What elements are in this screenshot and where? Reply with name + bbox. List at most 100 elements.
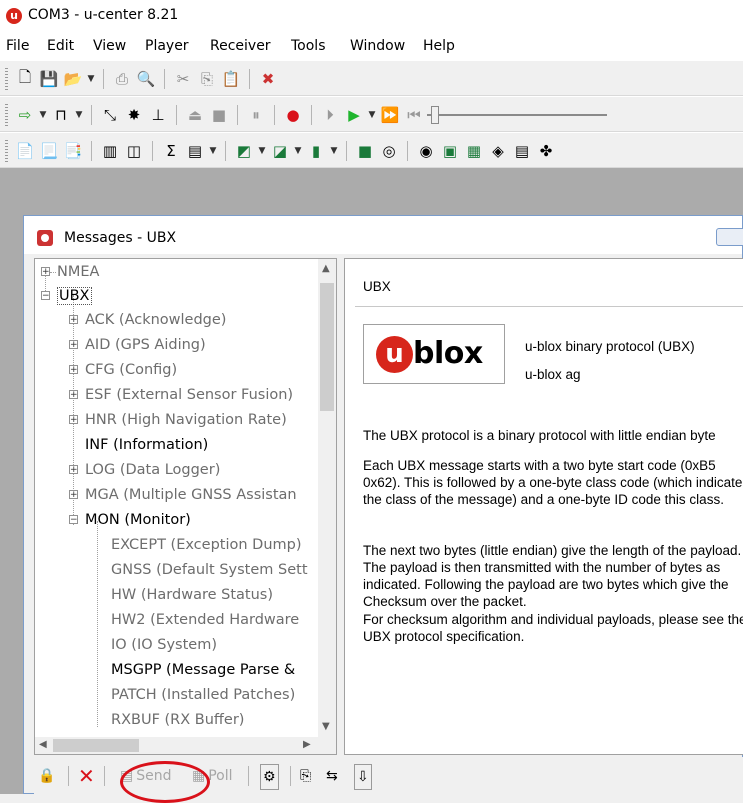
toolbar-grip[interactable] <box>5 104 8 126</box>
connection-icon[interactable]: ⇨ <box>14 104 36 126</box>
autobaud-icon[interactable]: ⤡ <box>99 104 121 126</box>
pause-icon[interactable]: ⏸ <box>245 104 267 126</box>
signal-icon[interactable]: ▦ <box>463 140 485 162</box>
copy-icon[interactable]: ⎘ <box>196 68 218 90</box>
tree-node-mon-gnss[interactable]: GNSS (Default System Sett <box>91 559 308 581</box>
tree-node-mon-except[interactable]: EXCEPT (Exception Dump) <box>91 534 302 556</box>
fast-forward-icon[interactable]: ⏩ <box>379 104 401 126</box>
expand-plus-icon[interactable]: + <box>69 315 78 325</box>
fan-icon[interactable]: ✤ <box>535 140 557 162</box>
stop-icon[interactable]: ■ <box>208 104 230 126</box>
cut-icon[interactable]: ✂ <box>172 68 194 90</box>
gauge-icon[interactable]: ◈ <box>487 140 509 162</box>
print-preview-icon[interactable]: 🔍 <box>135 68 157 90</box>
chart-icon[interactable]: ◩ <box>233 140 255 162</box>
chevron-down-icon[interactable]: ▼ <box>329 146 339 156</box>
playback-slider[interactable] <box>427 104 607 126</box>
tree-node-hnr[interactable]: + HNR (High Navigation Rate) <box>65 409 287 431</box>
sky-view-icon[interactable]: ◎ <box>378 140 400 162</box>
statistics-icon[interactable]: Σ <box>160 140 182 162</box>
save-icon[interactable]: 💾 <box>38 68 60 90</box>
menu-view[interactable]: View <box>93 38 126 54</box>
tree-node-mon-hw[interactable]: HW (Hardware Status) <box>91 584 273 606</box>
tree-node-cfg[interactable]: + CFG (Config) <box>65 359 177 381</box>
tree-node-inf[interactable]: INF (Information) <box>65 434 208 456</box>
expand-plus-icon[interactable]: + <box>69 365 78 375</box>
tree-node-mon-hw2[interactable]: HW2 (Extended Hardware <box>91 609 299 631</box>
play-icon[interactable]: ▶ <box>343 104 365 126</box>
expand-plus-icon[interactable]: + <box>69 340 78 350</box>
tree-node-mon-patch[interactable]: PATCH (Installed Patches) <box>91 684 295 706</box>
doc-view3-icon[interactable]: 📑 <box>62 140 84 162</box>
chevron-down-icon[interactable]: ▼ <box>367 110 377 120</box>
compass-icon[interactable]: ◉ <box>415 140 437 162</box>
tree-node-mon[interactable]: − MON (Monitor) <box>65 509 191 531</box>
scroll-thumb[interactable] <box>53 739 139 752</box>
toolbar-grip[interactable] <box>5 68 8 90</box>
camera-icon[interactable]: ▣ <box>439 140 461 162</box>
export-icon[interactable]: ⇩ <box>354 764 372 790</box>
copy-message-icon[interactable]: ⎘ <box>300 764 311 788</box>
tree-node-mon-rxbuf[interactable]: RXBUF (RX Buffer) <box>91 709 244 731</box>
menu-edit[interactable]: Edit <box>47 38 74 54</box>
expand-plus-icon[interactable]: + <box>69 390 78 400</box>
print-icon[interactable]: ⎙ <box>111 68 133 90</box>
tree-node-mga[interactable]: + MGA (Multiple GNSS Assistan <box>65 484 297 506</box>
step-icon[interactable]: ⏵ <box>319 104 341 126</box>
minimize-button[interactable] <box>716 228 743 246</box>
expand-plus-icon[interactable]: + <box>69 465 78 475</box>
menu-receiver[interactable]: Receiver <box>210 38 271 54</box>
menu-player[interactable]: Player <box>145 38 189 54</box>
monitor-icon[interactable]: ■ <box>354 140 376 162</box>
import-icon[interactable]: ⇆ <box>326 764 338 788</box>
menu-file[interactable]: File <box>6 38 29 54</box>
lock-icon[interactable]: 🔒 <box>38 764 55 788</box>
tree-node-mon-io[interactable]: IO (IO System) <box>91 634 217 656</box>
collapse-minus-icon[interactable]: − <box>41 291 50 301</box>
tree-node-mon-msgpp[interactable]: MSGPP (Message Parse & <box>91 659 295 681</box>
chevron-down-icon[interactable]: ▼ <box>257 146 267 156</box>
expand-plus-icon[interactable]: + <box>69 490 78 500</box>
tree-node-esf[interactable]: + ESF (External Sensor Fusion) <box>65 384 293 406</box>
collapse-minus-icon[interactable]: − <box>69 515 78 525</box>
toolbar-grip[interactable] <box>5 140 8 162</box>
doc-view-icon[interactable]: 📄 <box>14 140 36 162</box>
bar-chart-icon[interactable]: ▮ <box>305 140 327 162</box>
table-view-icon[interactable]: ▤ <box>184 140 206 162</box>
menu-help[interactable]: Help <box>423 38 455 54</box>
poll-star-icon[interactable]: ✸ <box>123 104 145 126</box>
chevron-down-icon[interactable]: ▼ <box>74 110 84 120</box>
tree-node-ubx[interactable]: − UBX <box>37 285 92 307</box>
line-chart-icon[interactable]: ◪ <box>269 140 291 162</box>
scroll-down-icon[interactable]: ▼ <box>322 721 330 732</box>
tree-node-aid[interactable]: + AID (GPS Aiding) <box>65 334 206 356</box>
chevron-down-icon[interactable]: ▼ <box>86 74 96 84</box>
panel-icon[interactable]: ▥ <box>99 140 121 162</box>
open-folder-icon[interactable]: 📂 <box>62 68 84 90</box>
paste-icon[interactable]: 📋 <box>220 68 242 90</box>
list-icon[interactable]: ▤ <box>511 140 533 162</box>
eject-icon[interactable]: ⏏ <box>184 104 206 126</box>
tree-node-ack[interactable]: + ACK (Acknowledge) <box>65 309 226 331</box>
chevron-down-icon[interactable]: ▼ <box>38 110 48 120</box>
menu-tools[interactable]: Tools <box>291 38 326 54</box>
rewind-icon[interactable]: ⏮ <box>403 104 425 126</box>
doc-view2-icon[interactable]: 📃 <box>38 140 60 162</box>
tree-node-nmea[interactable]: + NMEA <box>37 261 99 283</box>
scroll-left-icon[interactable]: ◀ <box>39 739 47 750</box>
menu-window[interactable]: Window <box>350 38 405 54</box>
chevron-down-icon[interactable]: ▼ <box>293 146 303 156</box>
scroll-up-icon[interactable]: ▲ <box>322 263 330 274</box>
new-file-icon[interactable]: 🗋 <box>14 68 36 90</box>
baudrate-icon[interactable]: ⊓ <box>50 104 72 126</box>
autopoll-icon[interactable]: ⚙ <box>260 764 279 790</box>
panel2-icon[interactable]: ◫ <box>123 140 145 162</box>
disconnect-icon[interactable]: ✖ <box>257 68 279 90</box>
tree-node-log[interactable]: + LOG (Data Logger) <box>65 459 220 481</box>
expand-plus-icon[interactable]: + <box>69 415 78 425</box>
tree-horizontal-scrollbar[interactable]: ◀ ▶ <box>35 737 336 754</box>
record-icon[interactable]: ● <box>282 104 304 126</box>
expand-plus-icon[interactable]: + <box>41 267 50 277</box>
tree-vertical-scrollbar[interactable]: ▲ ▼ <box>318 259 336 737</box>
delete-icon[interactable]: ✕ <box>78 764 95 788</box>
